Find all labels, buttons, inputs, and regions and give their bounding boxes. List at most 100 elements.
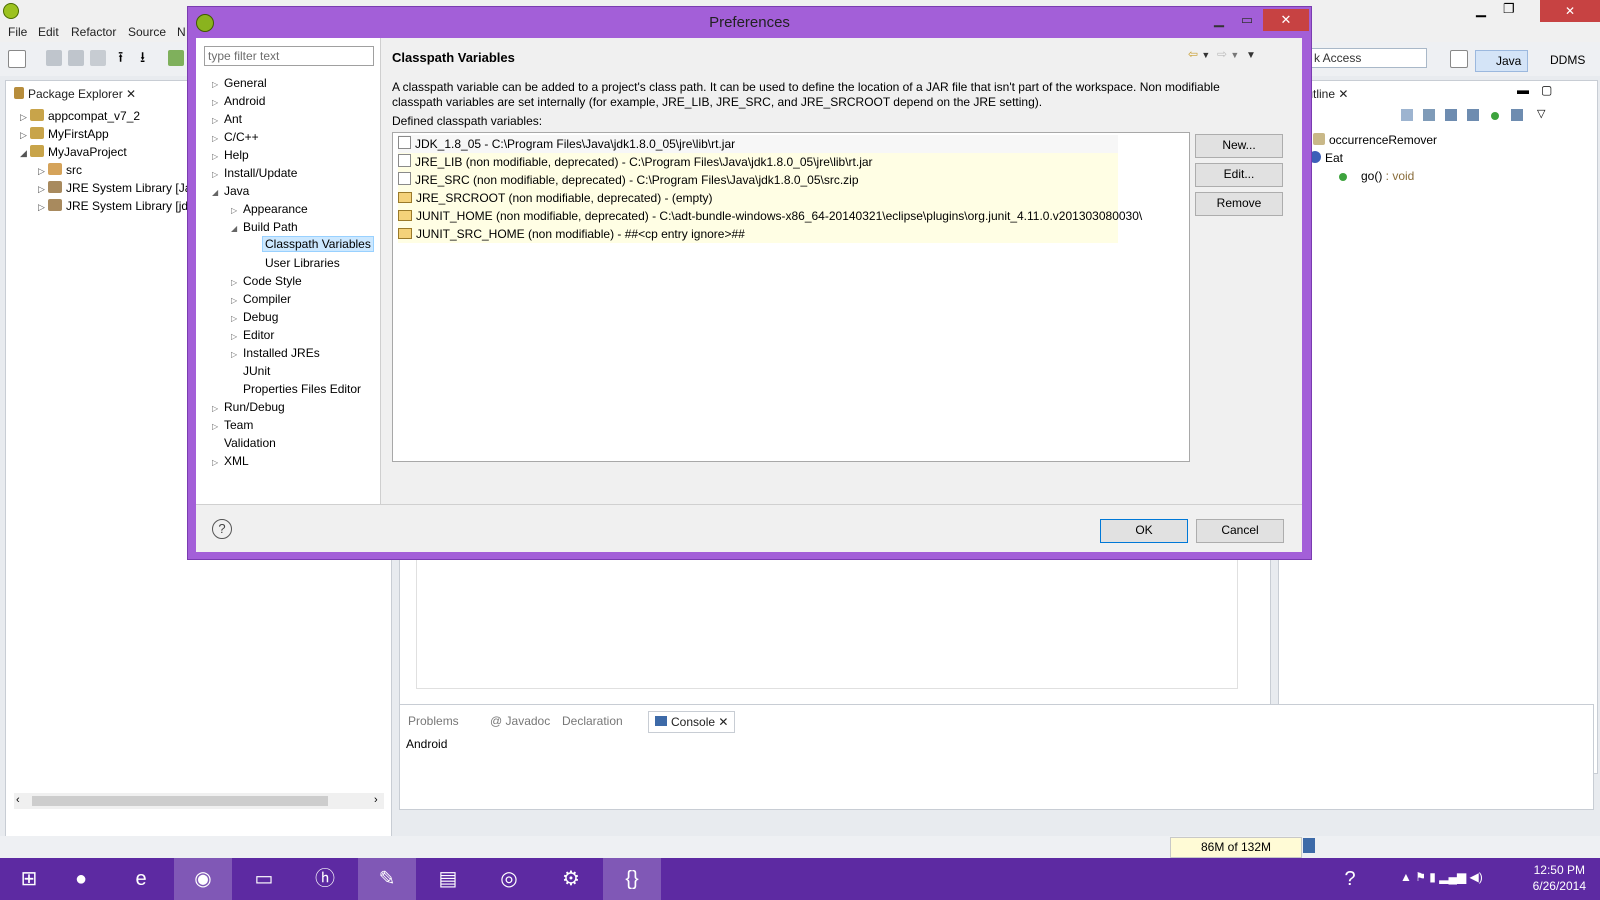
menu-refactor[interactable]: Refactor [71,25,116,39]
new-file-icon[interactable] [8,50,26,68]
system-tray-icons[interactable]: ▲ ⚑ ▮ ▂▄▆ ◀) [1400,870,1483,884]
pref-item-validation[interactable]: Validation [224,436,276,450]
open-perspective-icon[interactable] [1450,50,1468,68]
quick-access-field[interactable]: k Access [1310,48,1427,68]
android-sdk-icon[interactable] [168,50,184,66]
pref-item-debug[interactable]: ▷ Debug [231,310,278,324]
pref-item-classpath-variables[interactable]: Classpath Variables [262,236,374,252]
perspective-java[interactable]: Java [1475,50,1529,72]
paint-icon[interactable]: ✎ [358,858,416,900]
menu-file[interactable]: File [8,25,27,39]
pref-item-appearance[interactable]: ▷ Appearance [231,202,308,216]
hide-nonpublic-icon[interactable] [1491,112,1499,120]
hide-fields-icon[interactable] [1445,109,1457,121]
ide-close-button[interactable]: ✕ [1540,0,1600,22]
edit-button[interactable]: Edit... [1195,163,1283,187]
scroll-right-icon[interactable]: › [374,794,378,806]
pref-item-cpp[interactable]: ▷ C/C++ [212,130,259,144]
pref-item-compiler[interactable]: ▷ Compiler [231,292,291,306]
hide-local-types-icon[interactable] [1511,109,1523,121]
eclipse-taskbar-icon[interactable]: {} [603,858,661,900]
ok-button[interactable]: OK [1100,519,1188,543]
pref-item-user-libraries[interactable]: User Libraries [265,256,340,270]
menu-edit[interactable]: Edit [38,25,59,39]
help-icon[interactable]: ? [212,519,232,539]
ide-maximize-button[interactable]: ❐ [1503,1,1515,17]
pref-item-ant[interactable]: ▷ Ant [212,112,242,126]
trash-icon[interactable] [1303,838,1315,853]
pref-item-junit[interactable]: JUnit [243,364,270,378]
perspective-ddms[interactable]: DDMS [1532,50,1585,70]
clock[interactable]: 12:50 PM 6/26/2014 [1533,862,1586,894]
pref-item-general[interactable]: ▷ General [212,76,267,90]
pref-item-run-debug[interactable]: ▷ Run/Debug [212,400,285,414]
package-explorer-tab[interactable]: Package Explorer ✕ [14,87,136,101]
pref-item-editor[interactable]: ▷ Editor [231,328,274,342]
forward-dropdown-icon[interactable]: ▼ [1230,50,1239,60]
pref-item-properties-files-editor[interactable]: Properties Files Editor [243,382,361,396]
list-item[interactable]: JDK_1.8_05 - C:\Program Files\Java\jdk1.… [398,135,1118,153]
menu-source[interactable]: Source [128,25,166,39]
settings-icon[interactable]: ⚙ [542,858,600,900]
scrollbar-thumb[interactable] [32,796,328,806]
menu-navigate[interactable]: N [177,25,186,39]
pref-item-team[interactable]: ▷ Team [212,418,253,432]
ide-minimize-button[interactable]: ▁ [1476,2,1486,18]
save-icon[interactable] [46,50,62,66]
upload-icon[interactable]: ⭱ [118,47,134,66]
chrome-icon[interactable]: ◉ [174,858,232,900]
dialog-close-button[interactable]: ✕ [1263,9,1309,31]
pref-item-build-path[interactable]: ◢ Build Path [231,220,298,234]
cancel-button[interactable]: Cancel [1196,519,1284,543]
list-item[interactable]: JRE_SRC (non modifiable, deprecated) - C… [398,171,1118,189]
pref-item-java[interactable]: ◢ Java [212,184,249,198]
outline-item-go[interactable]: go() : void [1339,169,1414,183]
tab-problems[interactable]: Problems [408,714,459,728]
forward-arrow-icon[interactable]: ⇨ [1217,47,1227,61]
outline-minimize-icon[interactable]: ▬ [1517,83,1529,97]
tab-javadoc[interactable]: @ Javadoc [490,714,550,728]
filter-input[interactable] [204,46,374,66]
list-item[interactable]: JRE_LIB (non modifiable, deprecated) - C… [398,153,1118,171]
tree-item-jre-library-2[interactable]: ▷ JRE System Library [jd [38,199,188,213]
outline-item-import[interactable]: occurrenceRemover [1313,133,1437,147]
dialog-titlebar[interactable]: Preferences ▁ ▭ ✕ [188,7,1311,37]
view-menu-icon[interactable]: ▼ [1246,50,1256,61]
pref-item-xml[interactable]: ▷ XML [212,454,249,468]
pref-item-code-style[interactable]: ▷ Code Style [231,274,302,288]
remove-button[interactable]: Remove [1195,192,1283,216]
scroll-left-icon[interactable]: ‹ [16,794,20,806]
hide-static-icon[interactable] [1467,109,1479,121]
list-item[interactable]: JRE_SRCROOT (non modifiable, deprecated)… [398,189,1118,207]
tree-item-myfirstapp[interactable]: ▷ MyFirstApp [20,127,109,141]
file-explorer-icon[interactable]: ▭ [235,858,293,900]
outline-maximize-icon[interactable]: ▢ [1541,83,1552,97]
dialog-minimize-button[interactable]: ▁ [1205,9,1233,31]
hp-icon[interactable]: ⓗ [296,858,354,900]
start-icon[interactable]: ⊞ [0,858,58,900]
view-menu-icon[interactable]: ▽ [1537,107,1545,120]
dialog-maximize-button[interactable]: ▭ [1233,9,1261,31]
tab-console[interactable]: Console ✕ [648,711,736,733]
collapse-all-icon[interactable] [1401,109,1413,121]
internet-explorer-icon[interactable]: e [112,858,170,900]
tree-item-jre-library-1[interactable]: ▷ JRE System Library [Ja [38,181,191,195]
horizontal-scrollbar[interactable]: ‹ › [14,793,384,809]
download-icon[interactable]: ⭳ [140,47,156,66]
save-all-icon[interactable] [68,50,84,66]
tree-item-src[interactable]: ▷ src [38,163,82,177]
new-button[interactable]: New... [1195,134,1283,158]
pref-item-installed-jres[interactable]: ▷ Installed JREs [231,346,320,360]
pref-item-android[interactable]: ▷ Android [212,94,265,108]
tree-item-myjavaproject[interactable]: ◢ MyJavaProject [20,145,127,159]
pref-item-help[interactable]: ▷ Help [212,148,249,162]
editor-content[interactable] [416,549,1238,689]
classpath-variables-list[interactable]: JDK_1.8_05 - C:\Program Files\Java\jdk1.… [392,132,1190,462]
tab-declaration[interactable]: Declaration [562,714,623,728]
tree-item-appcompat[interactable]: ▷ appcompat_v7_2 [20,109,140,123]
firefox-icon[interactable]: ● [52,858,110,900]
pref-item-install-update[interactable]: ▷ Install/Update [212,166,297,180]
help-taskbar-icon[interactable]: ? [1330,858,1370,900]
notepad-icon[interactable]: ▤ [419,858,477,900]
back-arrow-icon[interactable]: ⇦ [1188,47,1198,61]
